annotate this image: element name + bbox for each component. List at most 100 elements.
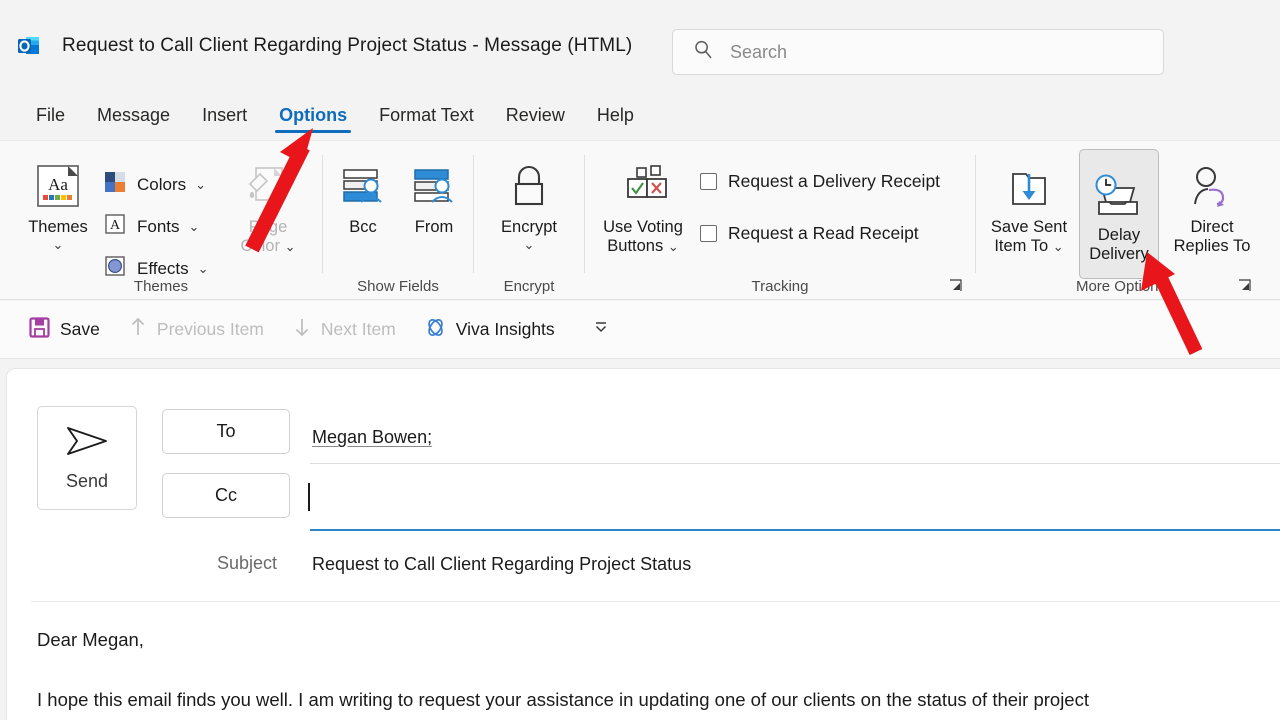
show-fields-group-label: Show Fields: [357, 278, 439, 295]
previous-item-label: Previous Item: [156, 319, 264, 339]
compose-area: Send To Megan Bowen; Cc Subject Request …: [6, 368, 1280, 720]
voting-buttons-icon: [615, 156, 671, 214]
save-sent-label-line1: Save Sent: [990, 218, 1068, 236]
quick-access-toolbar: Save Previous Item Next Item Viva Insigh…: [0, 301, 1280, 359]
next-item-button[interactable]: Next Item: [278, 312, 410, 347]
delay-delivery-label-line1: Delay: [1097, 225, 1141, 244]
tab-review[interactable]: Review: [490, 102, 581, 132]
fonts-button-label: Fonts: [137, 216, 180, 236]
viva-insights-label: Viva Insights: [455, 319, 555, 339]
tracking-dialog-launcher-icon[interactable]: [949, 279, 963, 293]
ribbon-group-more-options: Save Sent Item To ⌄ Delay Delivery Direc…: [976, 141, 1266, 301]
to-field-value[interactable]: Megan Bowen;: [312, 427, 432, 448]
request-read-receipt-checkbox[interactable]: [700, 225, 717, 242]
outlook-compose-window: Request to Call Client Regarding Project…: [0, 0, 1280, 720]
cc-text-caret: [308, 483, 310, 511]
chevron-down-icon[interactable]: ⌄: [1053, 239, 1064, 254]
body-greeting[interactable]: Dear Megan,: [37, 629, 144, 651]
svg-text:Aa: Aa: [48, 175, 68, 194]
chevron-down-icon[interactable]: ⌄: [198, 261, 209, 277]
send-button[interactable]: Send: [37, 406, 137, 510]
body-paragraph[interactable]: I hope this email finds you well. I am w…: [37, 689, 1280, 711]
themes-button[interactable]: Aa Themes ⌄: [22, 155, 94, 254]
page-color-button-label-line1: Page: [248, 218, 288, 236]
to-field-underline: [310, 463, 1280, 464]
tab-file[interactable]: File: [20, 102, 81, 132]
direct-replies-label-line2: Replies To: [1173, 237, 1251, 256]
direct-replies-to-button[interactable]: Direct Replies To: [1164, 155, 1260, 258]
page-color-button-label-line2: Color: [240, 237, 280, 256]
page-color-button[interactable]: Page Color ⌄: [228, 155, 308, 258]
more-options-group-label: More Options: [1075, 278, 1167, 295]
arrow-down-icon: [292, 316, 312, 343]
bcc-button-label: Bcc: [349, 218, 377, 236]
search-box[interactable]: Search: [672, 29, 1164, 75]
request-delivery-receipt-row[interactable]: Request a Delivery Receipt: [700, 171, 940, 192]
ribbon-group-encrypt: Encrypt ⌄ Encrypt: [474, 141, 584, 301]
request-read-receipt-row[interactable]: Request a Read Receipt: [700, 223, 919, 244]
search-input[interactable]: Search: [730, 42, 787, 63]
save-button[interactable]: Save: [14, 312, 114, 348]
chevron-down-icon[interactable]: ⌄: [53, 237, 64, 253]
tab-insert[interactable]: Insert: [186, 102, 263, 132]
from-field-icon: [408, 156, 460, 214]
chevron-down-icon[interactable]: ⌄: [524, 237, 535, 253]
search-icon: [693, 39, 714, 65]
ribbon: Aa Themes ⌄ Colors ⌄ A Fonts ⌄ Effects ⌄…: [0, 140, 1280, 300]
fonts-a-icon: A: [102, 211, 128, 242]
delay-delivery-button[interactable]: Delay Delivery: [1079, 149, 1159, 279]
chevron-down-icon: [591, 319, 611, 340]
window-title: Request to Call Client Regarding Project…: [62, 35, 633, 56]
chevron-down-icon[interactable]: ⌄: [189, 219, 200, 235]
ribbon-tabs: File Message Insert Options Format Text …: [0, 96, 1280, 138]
use-voting-buttons-button[interactable]: Use Voting Buttons ⌄: [591, 155, 695, 258]
next-item-label: Next Item: [320, 319, 396, 339]
qat-overflow-button[interactable]: [569, 315, 625, 344]
outlook-icon: [12, 29, 46, 63]
arrow-up-icon: [128, 316, 148, 343]
subject-field-value[interactable]: Request to Call Client Regarding Project…: [312, 554, 691, 575]
viva-insights-icon: [424, 316, 447, 344]
delay-delivery-label-line2: Delivery: [1089, 245, 1149, 263]
request-delivery-receipt-checkbox[interactable]: [700, 173, 717, 190]
encrypt-button-label: Encrypt: [501, 218, 557, 236]
page-color-icon: [242, 156, 294, 214]
effects-button-label: Effects: [137, 258, 189, 278]
chevron-down-icon[interactable]: ⌄: [285, 239, 296, 254]
colors-button[interactable]: Colors ⌄: [102, 169, 206, 200]
tab-help[interactable]: Help: [581, 102, 650, 132]
themes-group-label: Themes: [133, 278, 189, 295]
send-plane-icon: [64, 424, 110, 463]
fonts-button[interactable]: A Fonts ⌄: [102, 211, 199, 242]
tab-options[interactable]: Options: [263, 102, 363, 133]
chevron-down-icon[interactable]: ⌄: [668, 239, 679, 254]
delay-delivery-clock-icon: [1090, 164, 1148, 222]
direct-replies-person-icon: [1185, 156, 1239, 214]
cc-field-underline-focused: [310, 529, 1280, 531]
request-read-receipt-label: Request a Read Receipt: [728, 223, 919, 243]
cc-button[interactable]: Cc: [162, 473, 290, 518]
svg-text:A: A: [110, 218, 121, 233]
colors-button-label: Colors: [137, 174, 187, 194]
to-button[interactable]: To: [162, 409, 290, 454]
viva-insights-button[interactable]: Viva Insights: [410, 312, 569, 348]
save-button-label: Save: [60, 319, 100, 339]
previous-item-button[interactable]: Previous Item: [114, 312, 278, 347]
themes-button-label: Themes: [28, 218, 88, 236]
save-sent-item-to-button[interactable]: Save Sent Item To ⌄: [984, 155, 1074, 258]
encrypt-button[interactable]: Encrypt ⌄: [484, 155, 574, 254]
tab-message[interactable]: Message: [81, 102, 186, 132]
body-divider: [31, 601, 1280, 602]
ribbon-group-tracking: Use Voting Buttons ⌄ Request a Delivery …: [585, 141, 975, 301]
request-delivery-receipt-label: Request a Delivery Receipt: [728, 171, 941, 191]
chevron-down-icon[interactable]: ⌄: [195, 177, 206, 193]
themes-aa-icon: Aa: [32, 156, 84, 214]
save-sent-label-line2: Item To: [994, 237, 1049, 256]
bcc-button[interactable]: Bcc: [333, 155, 393, 238]
from-button-label: From: [414, 218, 454, 236]
more-options-dialog-launcher-icon[interactable]: [1238, 279, 1252, 293]
from-button[interactable]: From: [401, 155, 467, 238]
tab-format-text[interactable]: Format Text: [363, 102, 490, 132]
colors-swatch-icon: [102, 169, 128, 200]
voting-button-label-line2: Buttons: [607, 237, 664, 256]
